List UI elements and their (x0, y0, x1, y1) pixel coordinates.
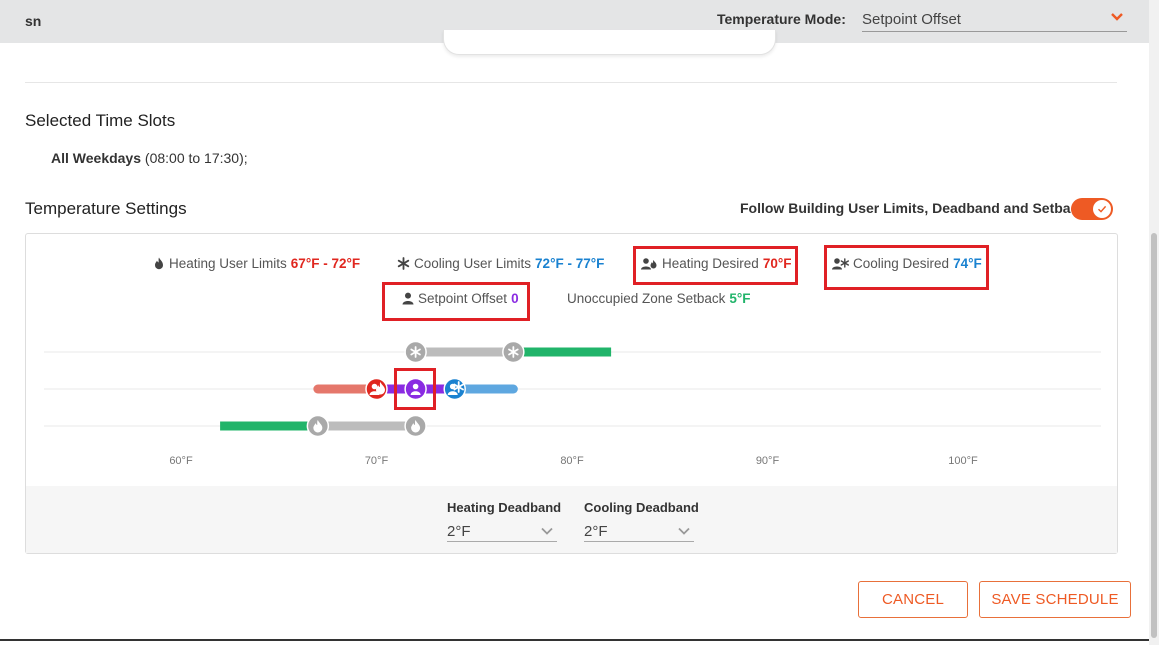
scrollbar-thumb[interactable] (1151, 233, 1157, 638)
time-slot-entry: All Weekdays (08:00 to 17:30); (51, 150, 248, 166)
cooling-deadband-select[interactable]: 2°F (584, 523, 694, 542)
window-bottom-border (0, 639, 1149, 641)
section-divider (25, 82, 1117, 83)
cooling-deadband-value: 2°F (584, 523, 608, 540)
chevron-down-icon (678, 527, 690, 535)
temperature-settings-panel: Heating User Limits 67°F - 72°F Cooling … (25, 233, 1118, 554)
cancel-button[interactable]: CANCEL (858, 581, 968, 618)
temperature-mode-select[interactable]: Setpoint Offset (862, 8, 1127, 32)
follow-building-toggle[interactable] (1071, 198, 1113, 220)
cooling-deadband-label: Cooling Deadband (584, 500, 699, 515)
toggle-knob (1093, 200, 1111, 218)
follow-building-label: Follow Building User Limits, Deadband an… (740, 200, 1087, 216)
app-name: sn (25, 13, 42, 29)
highlight-setpoint-handle (394, 368, 436, 410)
selected-time-slots-title: Selected Time Slots (25, 111, 176, 130)
temperature-range-chart: 60°F 70°F 80°F 90°F 100°F (44, 340, 1101, 467)
x-tick-label: 80°F (560, 455, 584, 467)
x-tick-label: 70°F (365, 455, 389, 467)
x-tick-label: 100°F (948, 455, 978, 467)
deadband-section: Heating Deadband 2°F Cooling Deadband 2°… (26, 486, 1117, 553)
check-icon (1098, 205, 1107, 213)
temperature-mode-value: Setpoint Offset (862, 11, 961, 28)
chevron-down-icon (541, 527, 553, 535)
heating-deadband-value: 2°F (447, 523, 471, 540)
temperature-settings-title: Temperature Settings (25, 199, 187, 218)
scrollbar[interactable] (1149, 0, 1159, 645)
time-slot-range: (08:00 to 17:30); (141, 150, 248, 166)
save-schedule-button[interactable]: SAVE SCHEDULE (979, 581, 1131, 618)
heating-deadband-select[interactable]: 2°F (447, 523, 557, 542)
schedule-card (443, 30, 776, 55)
x-tick-label: 90°F (756, 455, 780, 467)
chevron-down-icon (1111, 13, 1123, 21)
time-slot-day: All Weekdays (51, 150, 142, 166)
heating-deadband-label: Heating Deadband (447, 500, 562, 515)
temperature-mode-label: Temperature Mode: (717, 11, 846, 27)
x-tick-label: 60°F (169, 455, 193, 467)
